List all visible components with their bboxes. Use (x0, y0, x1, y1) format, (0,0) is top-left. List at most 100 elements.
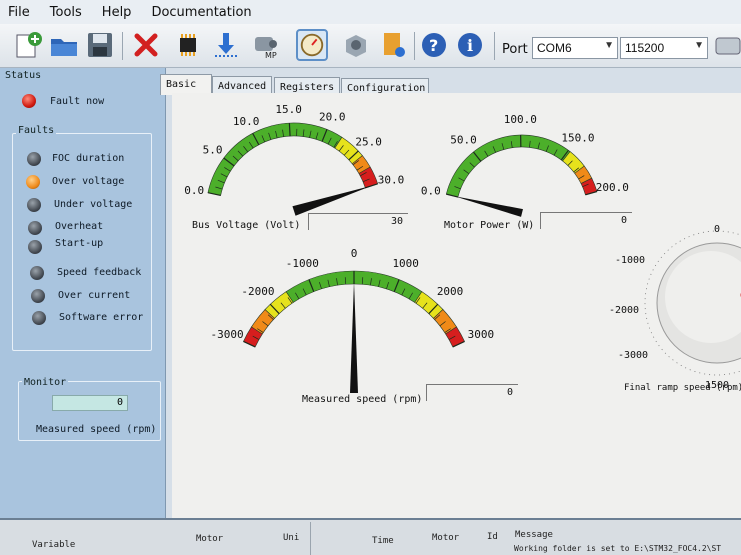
fault-label-overheat: Overheat (55, 221, 104, 232)
monitor-speed-field: 0 (52, 395, 128, 411)
fault-led-speed-feedback (30, 266, 44, 280)
measured-speed-tick-label-6: 3000 (468, 328, 495, 341)
motor-power-needle (454, 196, 523, 217)
bus-voltage-tick-label-2: 10.0 (233, 115, 260, 128)
measured-speed-tick-label-5: 2000 (437, 285, 464, 298)
col-time: Time (372, 536, 394, 546)
gauges-canvas: 0.0 5.0 10.0 15.0 20.0 25.0 30.0 0.0 50.0 100.0 15… (184, 103, 741, 393)
measured-speed-tick-label-0: -3000 (211, 328, 244, 341)
port-select[interactable]: COM6 ▼ (532, 37, 618, 59)
basic-tab-panel: 0.0 5.0 10.0 15.0 20.0 25.0 30.0 0.0 50.0 100.0 15… (172, 93, 741, 518)
motor-power-tick-label-1: 50.0 (450, 133, 477, 146)
motor-power-tick-label-3: 150.0 (561, 131, 594, 144)
new-icon[interactable] (12, 29, 44, 61)
app-window: File Tools Help Documentation MP ? i Por… (0, 0, 741, 555)
fault-led-start-up (28, 240, 42, 254)
toolbar-separator (414, 32, 415, 60)
bus-voltage-zone-0 (207, 122, 343, 196)
port-value: COM6 (537, 41, 572, 55)
measured-speed-needle (350, 281, 358, 393)
motor-profiler-icon[interactable]: MP (250, 29, 282, 61)
col-motor-log: Motor (432, 533, 460, 543)
fault-label-foc-duration: FOC duration (52, 153, 125, 164)
bus-voltage-readout: 30 (308, 213, 408, 230)
motor-power-tick-label-2: 100.0 (504, 113, 537, 126)
help-icon[interactable]: ? (418, 29, 450, 61)
tab-basic[interactable]: Basic (160, 74, 212, 95)
status-panel: Status Fault now Faults FOC duration Ove… (0, 68, 166, 518)
motor-power-tick-label-4: 200.0 (596, 181, 629, 194)
measured-speed-tick-label-4: 1000 (392, 257, 419, 270)
measured-speed-tick-label-2: -1000 (286, 257, 319, 270)
menu-file[interactable]: File (0, 5, 42, 20)
measured-speed-label: Measured speed (rpm) (302, 394, 423, 405)
motor-power-readout: 0 (540, 212, 632, 229)
menu-documentation[interactable]: Documentation (143, 5, 263, 20)
bus-voltage-label: Bus Voltage (Volt) (192, 220, 301, 231)
ramp-tick-label-0: -3000 (618, 350, 648, 361)
menu-bar: File Tools Help Documentation (0, 0, 741, 24)
fault-label-start-up: Start-up (55, 238, 104, 249)
divider (310, 522, 311, 555)
status-title: Status (5, 70, 42, 81)
chip-icon[interactable] (172, 29, 204, 61)
fault-now-label: Fault now (50, 96, 105, 107)
motor-power-label: Motor Power (W) (444, 220, 535, 231)
final-ramp-speed-label: Final ramp speed (rpm) (624, 383, 741, 393)
fault-led-overheat (28, 221, 42, 235)
fault-now-led (22, 94, 36, 108)
faults-title: Faults (16, 125, 57, 136)
fault-label-over-current: Over current (58, 290, 131, 301)
bus-voltage-needle (292, 185, 372, 216)
settings-file-icon[interactable] (378, 29, 410, 61)
col-motor: Motor (196, 534, 224, 544)
fault-label-software-error: Software error (59, 312, 144, 323)
gear-box-icon[interactable] (340, 29, 372, 61)
toolbar-separator (122, 32, 123, 60)
toolbar: MP ? i Port COM6 ▼ 115200 ▼ (0, 24, 741, 68)
save-icon[interactable] (84, 29, 116, 61)
bus-voltage-tick-label-4: 20.0 (319, 110, 346, 123)
chevron-down-icon: ▼ (604, 40, 614, 51)
bus-voltage-tick-label-6: 30.0 (378, 173, 405, 186)
monitor-speed-label: Measured speed (rpm) (36, 424, 157, 435)
download-icon[interactable] (210, 29, 242, 61)
fault-label-speed-feedback: Speed feedback (57, 267, 142, 278)
menu-tools[interactable]: Tools (42, 5, 94, 20)
fault-led-over-voltage (26, 175, 40, 189)
gauge-icon[interactable] (296, 29, 328, 61)
open-folder-icon[interactable] (48, 29, 80, 61)
svg-text:MP: MP (265, 51, 277, 60)
ramp-tick-label-1: -2000 (609, 305, 639, 316)
menu-help[interactable]: Help (94, 5, 144, 20)
delete-icon[interactable] (130, 29, 162, 61)
toolbar-separator (494, 32, 495, 60)
fault-label-under-voltage: Under voltage (54, 199, 133, 210)
monitor-title: Monitor (22, 377, 69, 388)
fault-label-over-voltage: Over voltage (52, 176, 125, 187)
col-variable: Variable (32, 540, 76, 550)
bus-voltage-tick-15 (288, 123, 291, 137)
connect-icon[interactable] (712, 29, 741, 61)
fault-led-software-error (32, 311, 46, 325)
fault-led-foc-duration (27, 152, 41, 166)
log-message: Working folder is set to E:\STM32_FOC4.2… (514, 544, 722, 553)
fault-led-under-voltage (27, 198, 41, 212)
svg-text:?: ? (429, 36, 438, 55)
info-icon[interactable]: i (454, 29, 486, 61)
log-area: Variable Motor Uni Time Motor Id Message… (0, 518, 741, 555)
bus-voltage-tick-label-1: 5.0 (203, 144, 223, 157)
baud-select[interactable]: 115200 ▼ (620, 37, 708, 59)
col-message: Message (515, 530, 553, 540)
measured-speed-readout: 0 (426, 384, 518, 401)
measured-speed-tick-label-3: 0 (351, 247, 358, 260)
measured-speed-tick-label-1: -2000 (241, 285, 274, 298)
bus-voltage-tick-label-3: 15.0 (275, 103, 302, 116)
fault-led-over-current (31, 289, 45, 303)
bus-voltage-tick-label-5: 25.0 (355, 135, 382, 148)
motor-power-tick-label-0: 0.0 (421, 184, 441, 197)
ramp-tick-label-3: 0 (714, 224, 720, 235)
svg-text:i: i (467, 36, 473, 55)
baud-value: 115200 (625, 41, 665, 55)
bus-voltage-tick-label-0: 0.0 (184, 184, 204, 197)
